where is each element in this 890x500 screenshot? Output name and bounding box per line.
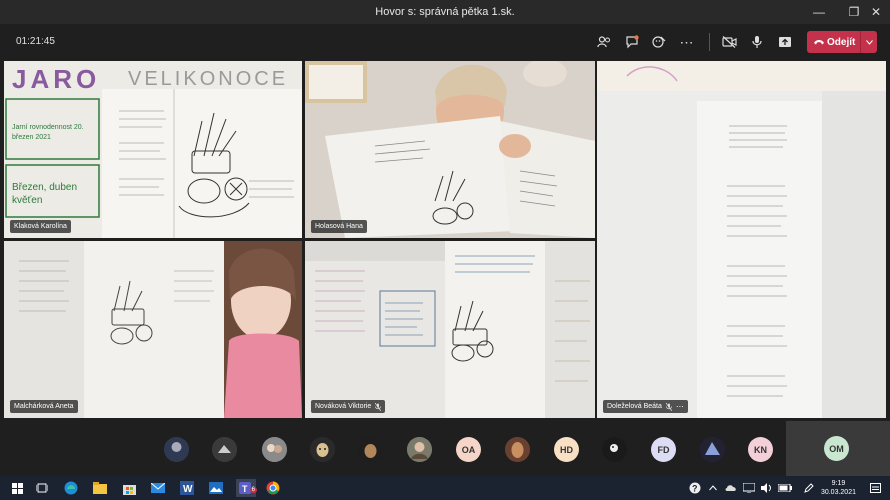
- hang-up-icon: [814, 40, 824, 45]
- video-tile-1[interactable]: JARO VELIKONOCE Jarní rovnodennost 20. b…: [4, 61, 302, 238]
- participant-avatar[interactable]: HD: [554, 437, 579, 462]
- more-options-icon[interactable]: ⋯: [676, 400, 684, 413]
- leave-button[interactable]: Odejít: [807, 31, 877, 53]
- muted-mic-icon: [375, 402, 382, 411]
- participant-avatar[interactable]: [358, 437, 383, 462]
- svg-text:?: ?: [692, 484, 698, 494]
- volume-icon[interactable]: [758, 479, 776, 497]
- participant-name-tag: Nováková Viktorie: [311, 400, 386, 413]
- teams-icon[interactable]: T 6: [236, 479, 257, 497]
- video-tile-5[interactable]: Nováková Viktorie: [305, 241, 595, 418]
- participant-avatar[interactable]: KN: [748, 437, 773, 462]
- video-tile-2[interactable]: Holasová Hana: [305, 61, 595, 238]
- share-screen-icon: [779, 37, 791, 47]
- photos-icon[interactable]: [207, 479, 225, 497]
- store-icon[interactable]: [120, 479, 138, 497]
- clock-date: 30.03.2021: [820, 489, 856, 496]
- word-icon[interactable]: W: [178, 479, 196, 497]
- video-tile-4[interactable]: Malchárková Aneta: [4, 241, 302, 418]
- chat-icon: [626, 35, 639, 49]
- notebook-card-1: Jarní rovnodennost 20. březen 2021: [12, 124, 84, 141]
- participant-name-tag: Holasová Hana: [311, 220, 367, 233]
- participant-name: Klaková Karolína: [14, 223, 67, 230]
- participant-avatar[interactable]: [602, 437, 627, 462]
- video-frame-notebook-closeup: [597, 61, 886, 418]
- battery-icon[interactable]: [776, 479, 794, 497]
- windows-start-icon[interactable]: [8, 479, 26, 497]
- participant-name-tag: Doleželová Beáta ⋯: [603, 400, 688, 413]
- microphone-toggle-button[interactable]: [746, 31, 768, 53]
- window-title: Hovor s: správná pětka 1.sk.: [375, 6, 515, 18]
- participant-name: Holasová Hana: [315, 223, 363, 230]
- video-frame-child-notebook: [4, 241, 302, 418]
- camera-off-icon: [721, 36, 737, 48]
- task-view-icon[interactable]: [33, 479, 51, 497]
- clock-time: 9:19: [831, 480, 846, 487]
- close-icon[interactable]: ✕: [862, 0, 890, 24]
- toolbar-divider: [709, 33, 710, 51]
- edge-icon[interactable]: [62, 479, 80, 497]
- chevron-up-icon[interactable]: [704, 479, 722, 497]
- participant-avatar[interactable]: [700, 437, 725, 462]
- participant-avatar[interactable]: FD: [651, 437, 676, 462]
- participant-avatar[interactable]: OA: [456, 437, 481, 462]
- system-clock[interactable]: 9:19 30.03.2021: [821, 479, 856, 497]
- participant-avatar[interactable]: [310, 437, 335, 462]
- reactions-button[interactable]: [648, 31, 670, 53]
- more-actions-button[interactable]: ⋯: [676, 31, 698, 53]
- participant-avatar[interactable]: [212, 437, 237, 462]
- participants-icon: [597, 36, 610, 48]
- call-timer: 01:21:45: [16, 36, 55, 47]
- reactions-icon: [652, 36, 666, 48]
- mail-icon[interactable]: [149, 479, 167, 497]
- camera-toggle-button[interactable]: [718, 31, 740, 53]
- teams-notification-badge: 6: [249, 487, 257, 493]
- window-titlebar: Hovor s: správná pětka 1.sk. — ❐ ✕: [0, 0, 890, 24]
- file-explorer-icon[interactable]: [91, 479, 109, 497]
- svg-text:W: W: [183, 484, 193, 495]
- self-avatar: OM: [824, 436, 849, 461]
- onedrive-icon[interactable]: [722, 479, 740, 497]
- chat-button[interactable]: [621, 31, 643, 53]
- banner-text-right: VELIKONOCE: [128, 68, 289, 90]
- video-tile-3[interactable]: Doleželová Beáta ⋯: [597, 61, 886, 418]
- participant-name-tag: Klaková Karolína: [10, 220, 71, 233]
- notebook-card-2: Březen, duben kvěťen: [12, 182, 78, 206]
- chrome-icon[interactable]: [264, 479, 282, 497]
- notifications-icon[interactable]: [866, 479, 884, 497]
- microphone-icon: [752, 36, 762, 48]
- banner-text-left: JARO: [12, 64, 101, 94]
- participant-avatar[interactable]: [407, 437, 432, 462]
- help-icon[interactable]: ?: [686, 479, 704, 497]
- network-icon[interactable]: [740, 479, 758, 497]
- participant-avatar[interactable]: [505, 437, 530, 462]
- windows-taskbar: W T 6 ? 9:19 30.03.2021: [0, 476, 890, 500]
- share-screen-button[interactable]: [774, 31, 796, 53]
- participant-avatar[interactable]: [164, 437, 189, 462]
- chevron-down-icon[interactable]: [860, 31, 877, 53]
- participant-name: Nováková Viktorie: [315, 403, 372, 410]
- muted-mic-icon: [665, 402, 672, 411]
- participant-name-tag: Malchárková Aneta: [10, 400, 78, 413]
- minimize-icon[interactable]: —: [805, 0, 833, 24]
- more-icon: ⋯: [679, 33, 695, 50]
- pen-icon[interactable]: [800, 479, 818, 497]
- participants-button[interactable]: [593, 31, 615, 53]
- self-preview-tile[interactable]: OM: [786, 421, 890, 476]
- leave-label: Odejít: [827, 36, 856, 48]
- participant-name: Doleželová Beáta: [607, 403, 662, 410]
- svg-text:T: T: [242, 484, 248, 494]
- call-toolbar: 01:21:45 ⋯ Odejít: [0, 24, 890, 60]
- video-frame-notebook-spread: [305, 241, 595, 418]
- participant-name: Malchárková Aneta: [14, 403, 74, 410]
- video-frame-holding-notebook: [305, 61, 595, 238]
- participant-avatar[interactable]: [262, 437, 287, 462]
